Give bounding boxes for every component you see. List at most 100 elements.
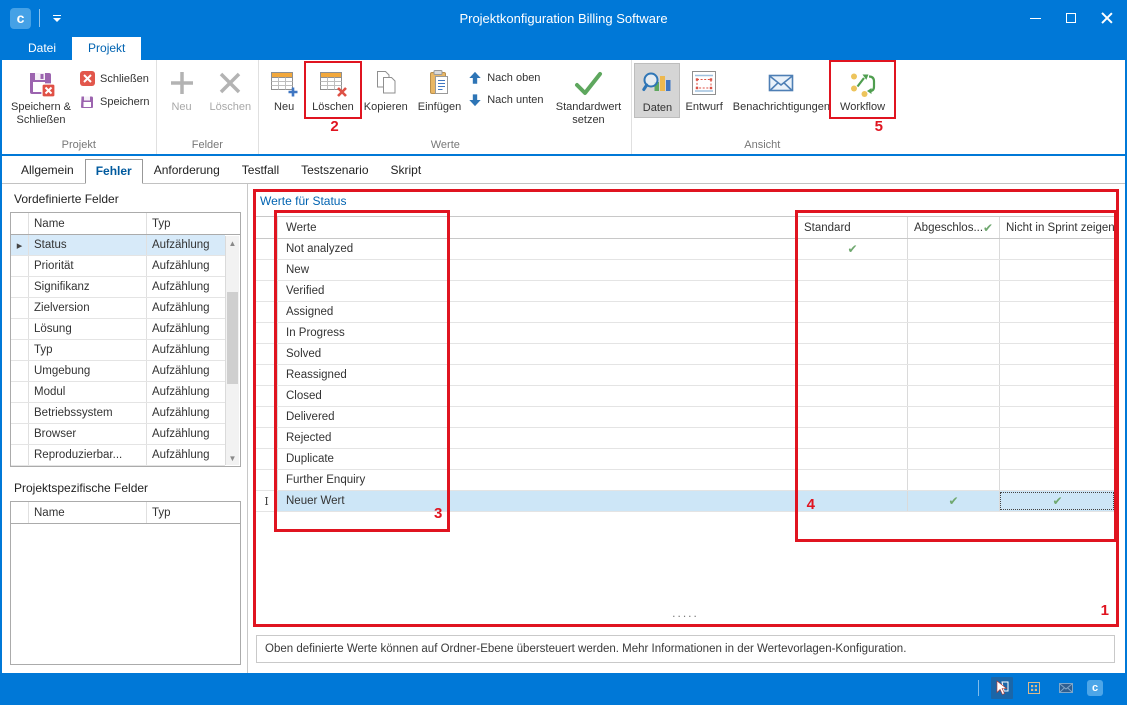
- value-cell[interactable]: Verified: [278, 281, 797, 301]
- abgeschlossen-check-cell[interactable]: [907, 323, 999, 343]
- scrollbar-down-icon[interactable]: ▼: [226, 451, 239, 465]
- field-row[interactable]: Betriebssystem Aufzählung: [11, 403, 225, 424]
- value-cell[interactable]: Solved: [278, 344, 797, 364]
- nicht-in-sprint-check-cell[interactable]: [999, 386, 1115, 406]
- einfuegen-button[interactable]: Einfügen: [413, 63, 466, 116]
- nach-oben-button[interactable]: Nach oben: [468, 71, 543, 85]
- werte-loeschen-button[interactable]: Löschen 2: [307, 63, 359, 116]
- quick-access-dropdown-icon[interactable]: [50, 15, 64, 22]
- maximize-button[interactable]: [1053, 4, 1089, 32]
- column-header-name[interactable]: Name: [29, 213, 147, 234]
- nicht-in-sprint-check-cell[interactable]: [999, 491, 1115, 511]
- standard-check-cell[interactable]: [797, 449, 907, 469]
- value-row[interactable]: Verified: [256, 281, 1115, 302]
- felder-neu-button[interactable]: Neu: [159, 63, 205, 116]
- field-row[interactable]: Status Aufzählung: [11, 235, 225, 256]
- app-logo-small-icon[interactable]: c: [1087, 680, 1103, 696]
- value-row[interactable]: Closed: [256, 386, 1115, 407]
- nicht-in-sprint-check-cell[interactable]: [999, 344, 1115, 364]
- pointer-mode-icon[interactable]: [991, 677, 1013, 699]
- column-header-typ[interactable]: Typ: [147, 502, 240, 523]
- field-row[interactable]: Umgebung Aufzählung: [11, 361, 225, 382]
- value-cell[interactable]: Further Enquiry: [278, 470, 797, 490]
- field-row[interactable]: Zielversion Aufzählung: [11, 298, 225, 319]
- field-row[interactable]: Signifikanz Aufzählung: [11, 277, 225, 298]
- abgeschlossen-check-cell[interactable]: [907, 449, 999, 469]
- werte-neu-button[interactable]: Neu: [261, 63, 307, 116]
- abgeschlossen-check-cell[interactable]: [907, 281, 999, 301]
- column-header-typ[interactable]: Typ: [147, 213, 240, 234]
- standardwert-setzen-button[interactable]: Standardwert setzen: [547, 63, 629, 129]
- value-row[interactable]: Assigned: [256, 302, 1115, 323]
- value-cell[interactable]: Not analyzed: [278, 239, 797, 259]
- nicht-in-sprint-check-cell[interactable]: [999, 239, 1115, 259]
- abgeschlossen-check-cell[interactable]: [907, 470, 999, 490]
- value-cell[interactable]: Neuer Wert: [278, 491, 797, 511]
- nicht-in-sprint-check-cell[interactable]: [999, 323, 1115, 343]
- minimize-button[interactable]: [1017, 4, 1053, 32]
- nach-unten-button[interactable]: Nach unten: [468, 93, 543, 107]
- value-row[interactable]: New: [256, 260, 1115, 281]
- save-and-close-button[interactable]: Speichern & Schließen: [4, 63, 78, 129]
- abgeschlossen-check-cell[interactable]: [907, 491, 999, 511]
- abgeschlossen-check-cell[interactable]: [907, 239, 999, 259]
- column-header-nicht-in-sprint[interactable]: Nicht in Sprint zeigen: [999, 217, 1115, 238]
- value-row[interactable]: Reassigned: [256, 365, 1115, 386]
- mail-status-icon[interactable]: [1055, 677, 1077, 699]
- ribbon-tab-projekt[interactable]: Projekt: [72, 37, 141, 60]
- nicht-in-sprint-check-cell[interactable]: [999, 365, 1115, 385]
- document-tab[interactable]: Anforderung: [143, 158, 231, 183]
- standard-check-cell[interactable]: [797, 281, 907, 301]
- abgeschlossen-check-cell[interactable]: [907, 365, 999, 385]
- field-row[interactable]: Typ Aufzählung: [11, 340, 225, 361]
- close-project-button[interactable]: Schließen: [80, 71, 150, 86]
- value-cell[interactable]: Rejected: [278, 428, 797, 448]
- value-row[interactable]: Solved: [256, 344, 1115, 365]
- save-project-button[interactable]: Speichern: [80, 94, 150, 109]
- nicht-in-sprint-check-cell[interactable]: [999, 428, 1115, 448]
- abgeschlossen-check-cell[interactable]: [907, 386, 999, 406]
- document-tab[interactable]: Fehler: [85, 159, 143, 184]
- ribbon-tab-datei[interactable]: Datei: [12, 37, 72, 60]
- abgeschlossen-check-cell[interactable]: [907, 428, 999, 448]
- benachrichtigungen-button[interactable]: Benachrichtigungen: [728, 63, 835, 116]
- document-tab[interactable]: Skript: [380, 158, 433, 183]
- nicht-in-sprint-check-cell[interactable]: [999, 302, 1115, 322]
- standard-check-cell[interactable]: [797, 491, 907, 511]
- value-cell[interactable]: Reassigned: [278, 365, 797, 385]
- value-cell[interactable]: In Progress: [278, 323, 797, 343]
- column-header-abgeschlossen[interactable]: Abgeschlos...: [907, 217, 999, 238]
- standard-check-cell[interactable]: [797, 386, 907, 406]
- standard-check-cell[interactable]: [797, 239, 907, 259]
- nicht-in-sprint-check-cell[interactable]: [999, 449, 1115, 469]
- splitter-dots[interactable]: .....: [256, 607, 1115, 619]
- workflow-button[interactable]: Workflow 5: [835, 63, 890, 116]
- nicht-in-sprint-check-cell[interactable]: [999, 470, 1115, 490]
- column-header-standard[interactable]: Standard: [797, 217, 907, 238]
- kopieren-button[interactable]: Kopieren: [359, 63, 413, 116]
- value-cell[interactable]: Duplicate: [278, 449, 797, 469]
- value-cell[interactable]: Closed: [278, 386, 797, 406]
- value-row[interactable]: Delivered: [256, 407, 1115, 428]
- nicht-in-sprint-check-cell[interactable]: [999, 281, 1115, 301]
- column-header-name[interactable]: Name: [29, 502, 147, 523]
- nicht-in-sprint-check-cell[interactable]: [999, 260, 1115, 280]
- value-cell[interactable]: Delivered: [278, 407, 797, 427]
- standard-check-cell[interactable]: [797, 407, 907, 427]
- value-row[interactable]: Not analyzed: [256, 239, 1115, 260]
- field-row[interactable]: Browser Aufzählung: [11, 424, 225, 445]
- value-row[interactable]: Duplicate: [256, 449, 1115, 470]
- nicht-in-sprint-check-cell[interactable]: [999, 407, 1115, 427]
- scrollbar-thumb[interactable]: [227, 292, 238, 384]
- value-row[interactable]: Further Enquiry: [256, 470, 1115, 491]
- value-cell[interactable]: New: [278, 260, 797, 280]
- abgeschlossen-check-cell[interactable]: [907, 260, 999, 280]
- entwurf-button[interactable]: Entwurf: [680, 63, 727, 116]
- field-row[interactable]: Modul Aufzählung: [11, 382, 225, 403]
- value-row[interactable]: In Progress: [256, 323, 1115, 344]
- field-row[interactable]: Priorität Aufzählung: [11, 256, 225, 277]
- scrollbar-up-icon[interactable]: ▲: [226, 236, 239, 250]
- field-row[interactable]: Lösung Aufzählung: [11, 319, 225, 340]
- standard-check-cell[interactable]: [797, 344, 907, 364]
- standard-check-cell[interactable]: [797, 302, 907, 322]
